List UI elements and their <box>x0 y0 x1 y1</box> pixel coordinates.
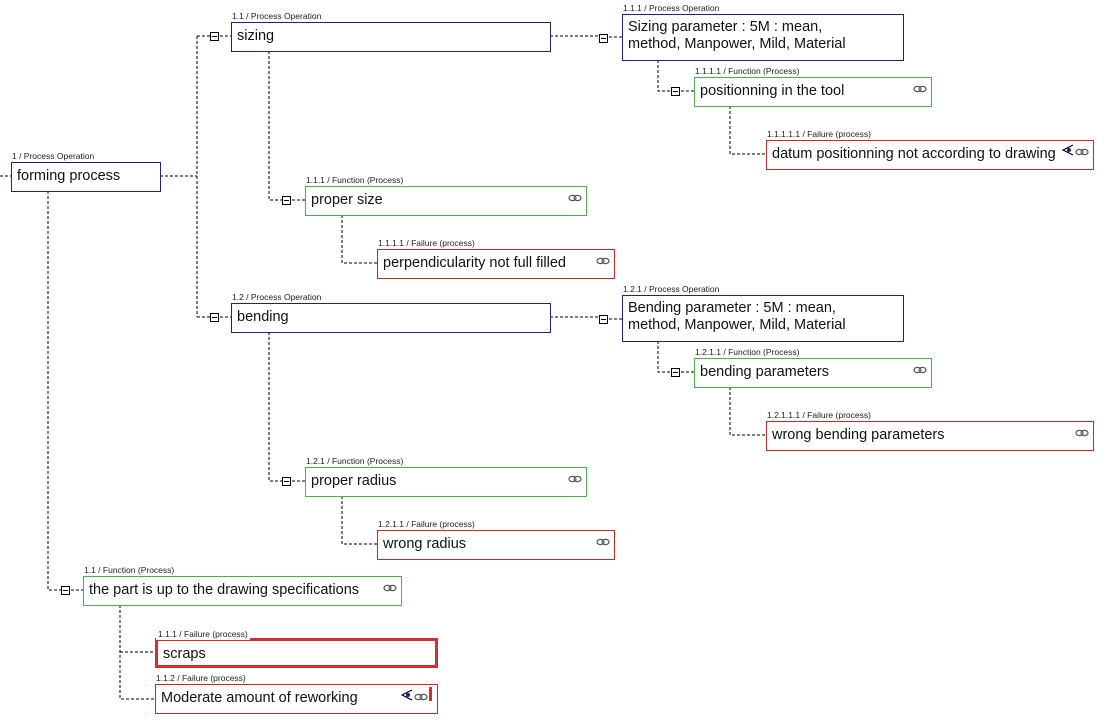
warning-flag-icon[interactable] <box>429 687 433 706</box>
node-op-1-1[interactable]: 1.1 / Process Operation sizing <box>230 11 551 52</box>
link-icon[interactable] <box>1075 424 1089 442</box>
eye-triangle-icon[interactable] <box>1061 143 1074 161</box>
node-label: 1.1.1.1 / Failure (process) <box>376 238 477 249</box>
node-fail-1-1-1-1-fail[interactable]: 1.1.1.1 / Failure (process) perpendicular… <box>376 238 615 279</box>
node-label: 1.1.1.1 / Function (Process) <box>693 66 802 77</box>
node-text[interactable]: bending parameters <box>700 364 901 381</box>
link-icon[interactable] <box>1075 143 1089 161</box>
node-fail-1-1-1-fail[interactable]: 1.1.1 / Failure (process) scraps <box>155 629 438 668</box>
node-label: 1.2.1.1.1 / Failure (process) <box>765 410 873 421</box>
node-text[interactable]: proper size <box>311 192 556 209</box>
node-label: 1.2.1 / Function (Process) <box>304 456 406 467</box>
node-fail-1-2-1-1-1-fail[interactable]: 1.2.1.1.1 / Failure (process) wrong bendi… <box>765 410 1094 451</box>
node-label: 1.1.1 / Process Operation <box>621 3 722 14</box>
node-text[interactable]: sizing <box>237 28 520 45</box>
collapse-toggle-icon[interactable] <box>671 368 680 377</box>
node-icons <box>400 687 433 706</box>
node-fail-1-1-1-1-1-fail[interactable]: 1.1.1.1.1 / Failure (process) datum posit… <box>765 129 1094 170</box>
node-icons <box>596 252 610 270</box>
node-text[interactable]: Bending parameter : 5M : mean, method, M… <box>628 300 873 334</box>
node-icons <box>1075 424 1089 442</box>
node-text[interactable]: wrong bending parameters <box>772 427 1063 444</box>
node-text[interactable]: the part is up to the drawing specificat… <box>89 582 371 599</box>
node-icons <box>568 470 582 488</box>
node-icons <box>568 189 582 207</box>
node-fn-1-2-1-1-fn[interactable]: 1.2.1.1 / Function (Process) bending para… <box>693 347 932 388</box>
collapse-toggle-icon[interactable] <box>671 87 680 96</box>
node-icons <box>383 579 397 597</box>
node-op-1-1-1-op[interactable]: 1.1.1 / Process Operation Sizing paramete… <box>621 3 904 61</box>
node-text[interactable]: wrong radius <box>383 536 584 553</box>
node-fail-1-2-1-1-fail[interactable]: 1.2.1.1 / Failure (process) wrong radius <box>376 519 615 560</box>
eye-triangle-icon[interactable] <box>400 688 413 706</box>
node-fn-1-1-1-fn[interactable]: 1.1.1 / Function (Process) proper size <box>304 175 587 216</box>
node-label: 1.1.1 / Failure (process) <box>156 629 250 640</box>
collapse-toggle-icon[interactable] <box>210 313 219 322</box>
node-text[interactable]: Sizing parameter : 5M : mean, method, Ma… <box>628 19 873 53</box>
collapse-toggle-icon[interactable] <box>599 315 608 324</box>
node-icons <box>913 80 927 98</box>
link-icon[interactable] <box>913 361 927 379</box>
node-label: 1.2.1 / Process Operation <box>621 284 722 295</box>
connector-lines <box>0 35 766 700</box>
collapse-toggle-icon[interactable] <box>61 586 70 595</box>
node-icons <box>596 533 610 551</box>
node-label: 1.1 / Process Operation <box>230 11 324 22</box>
node-text[interactable]: perpendicularity not full filled <box>383 255 584 272</box>
node-label: 1 / Process Operation <box>10 151 97 162</box>
node-label: 1.2 / Process Operation <box>230 292 324 303</box>
node-label: 1.1.1 / Function (Process) <box>304 175 406 186</box>
node-label: 1.2.1.1 / Function (Process) <box>693 347 802 358</box>
link-icon[interactable] <box>596 252 610 270</box>
node-fn-1-1-fn[interactable]: 1.1 / Function (Process) the part is up t… <box>82 565 402 606</box>
node-text[interactable]: proper radius <box>311 473 556 490</box>
node-icons <box>913 361 927 379</box>
collapse-toggle-icon[interactable] <box>210 32 219 41</box>
node-op-1[interactable]: 1 / Process Operation forming process <box>10 151 161 192</box>
node-fail-1-1-2-fail[interactable]: 1.1.2 / Failure (process) Moderate amount… <box>154 673 438 714</box>
node-fn-1-2-1-fn[interactable]: 1.2.1 / Function (Process) proper radius <box>304 456 587 497</box>
link-icon[interactable] <box>913 80 927 98</box>
node-text[interactable]: bending <box>237 309 520 326</box>
link-icon[interactable] <box>568 470 582 488</box>
link-icon[interactable] <box>568 189 582 207</box>
node-label: 1.1 / Function (Process) <box>82 565 177 576</box>
collapse-toggle-icon[interactable] <box>282 196 291 205</box>
node-op-1-2-1-op[interactable]: 1.2.1 / Process Operation Bending paramet… <box>621 284 904 342</box>
node-text[interactable]: datum positionning not according to draw… <box>772 146 1063 163</box>
collapse-toggle-icon[interactable] <box>282 477 291 486</box>
link-icon[interactable] <box>414 688 428 706</box>
node-icons <box>1061 143 1089 161</box>
node-text[interactable]: scraps <box>163 646 405 663</box>
node-text[interactable]: Moderate amount of reworking <box>161 690 407 707</box>
link-icon[interactable] <box>596 533 610 551</box>
node-label: 1.1.2 / Failure (process) <box>154 673 248 684</box>
node-label: 1.1.1.1.1 / Failure (process) <box>765 129 873 140</box>
node-text[interactable]: forming process <box>17 168 130 185</box>
node-fn-1-1-1-1-fn[interactable]: 1.1.1.1 / Function (Process) positionning… <box>693 66 932 107</box>
collapse-toggle-icon[interactable] <box>599 34 608 43</box>
link-icon[interactable] <box>383 579 397 597</box>
node-text[interactable]: positionning in the tool <box>700 83 901 100</box>
node-op-1-2[interactable]: 1.2 / Process Operation bending <box>230 292 551 333</box>
node-label: 1.2.1.1 / Failure (process) <box>376 519 477 530</box>
